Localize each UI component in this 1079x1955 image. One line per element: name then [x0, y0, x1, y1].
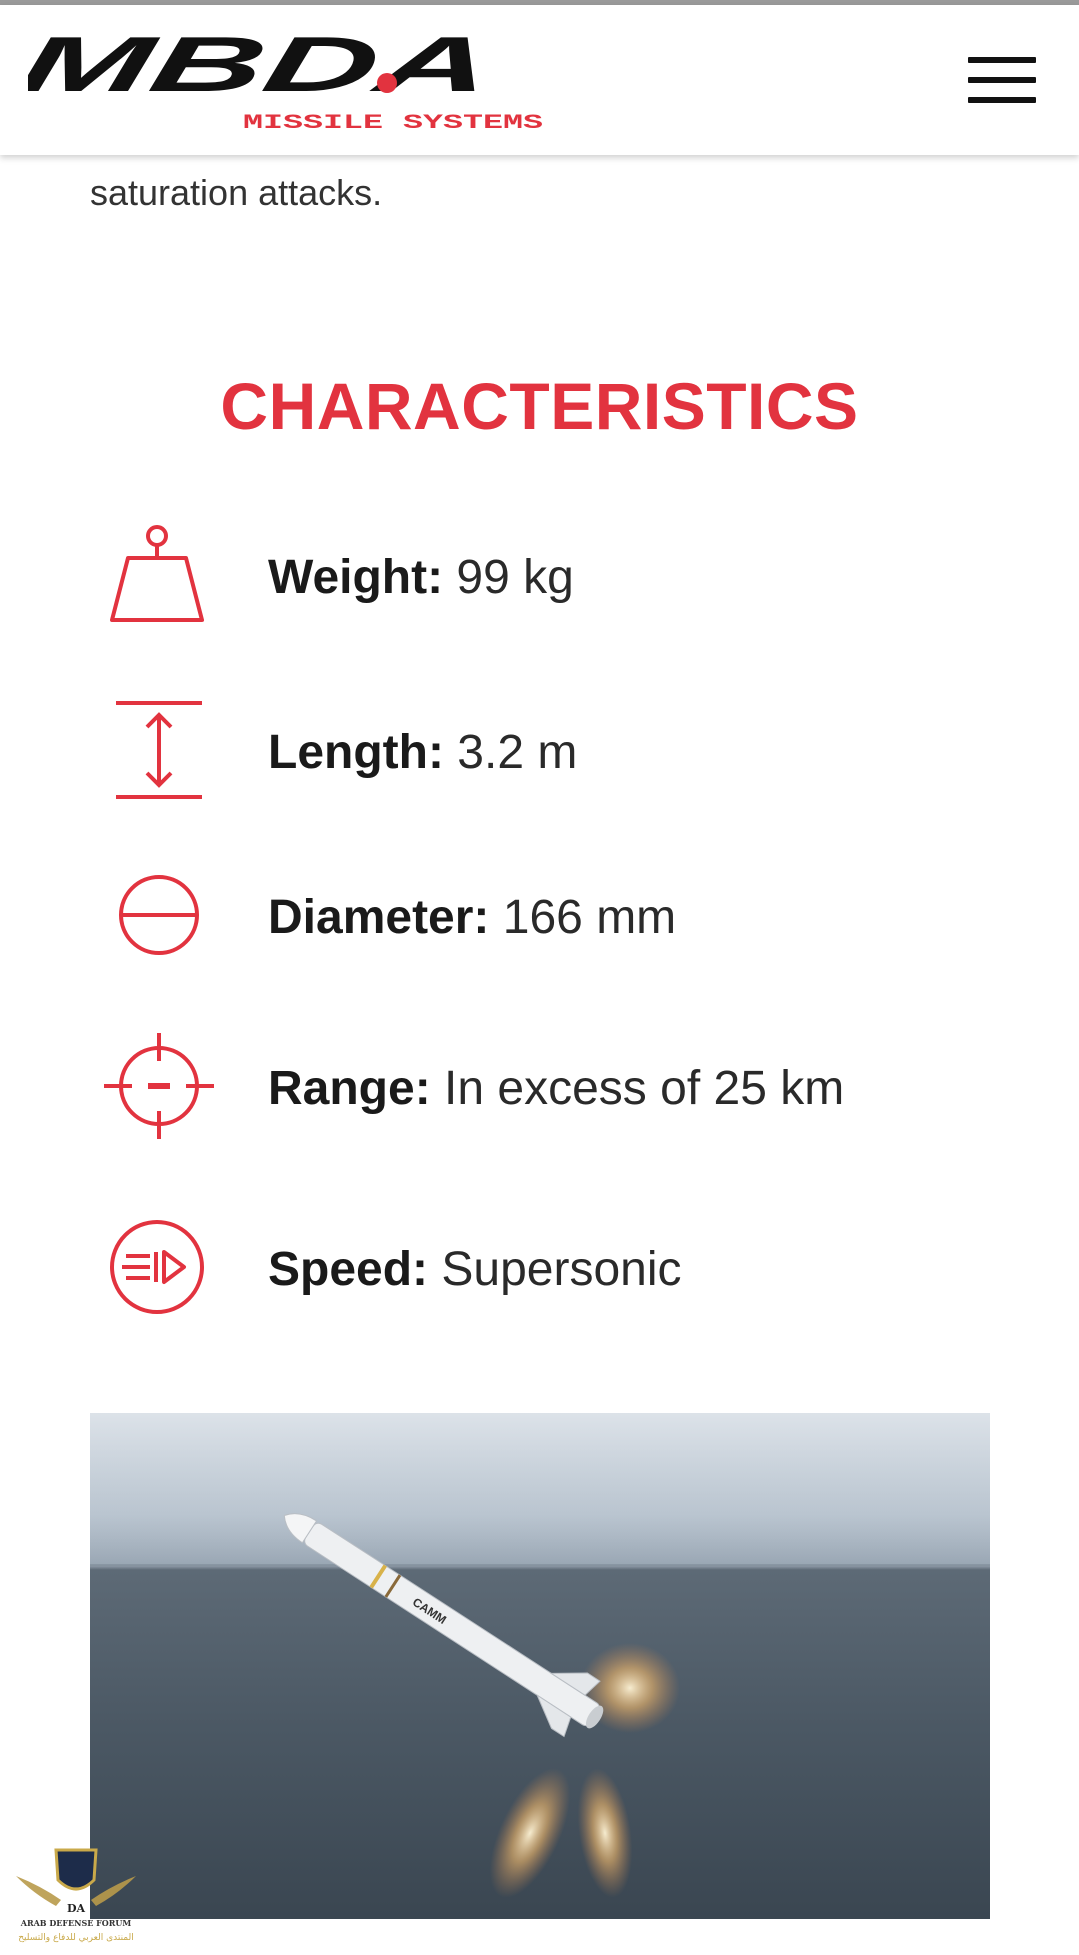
spec-row-diameter: Diameter: 166 mm — [100, 860, 1000, 970]
spec-label: Length: — [268, 726, 444, 779]
speed-icon — [110, 1220, 204, 1314]
forum-watermark: DA ARAB DEFENSE FORUM المنتدى العربي للد… — [6, 1840, 146, 1950]
spec-value: In excess of 25 km — [444, 1062, 845, 1115]
logo-red-dot — [377, 73, 397, 93]
spec-label: Speed: — [268, 1243, 429, 1296]
site-header: MBDA MISSILE SYSTEMS — [0, 5, 1079, 155]
spec-text-speed: Speed: Supersonic — [268, 1242, 682, 1297]
watermark-line1: ARAB DEFENSE FORUM — [20, 1918, 132, 1928]
spec-text-range: Range: In excess of 25 km — [268, 1061, 844, 1116]
spec-label: Diameter: — [268, 891, 490, 944]
characteristics-heading: CHARACTERISTICS — [220, 369, 859, 443]
spec-text-length: Length: 3.2 m — [268, 725, 577, 780]
spec-row-speed: Speed: Supersonic — [100, 1212, 1000, 1322]
logo-tagline: MISSILE SYSTEMS — [243, 112, 543, 133]
spec-value: Supersonic — [441, 1243, 682, 1296]
spec-value: 166 mm — [502, 891, 677, 944]
spec-row-range: Range: In excess of 25 km — [100, 1031, 1000, 1141]
spec-value: 3.2 m — [457, 726, 578, 779]
spec-row-weight: Weight: 99 kg — [100, 520, 1000, 630]
missile-launch-photo: CAMM — [90, 1413, 990, 1919]
logo-wordmark: MBDA — [28, 33, 501, 108]
range-crosshair-icon — [104, 1033, 214, 1139]
watermark-badge: DA — [67, 1902, 86, 1915]
spec-value: 99 kg — [456, 551, 574, 604]
spec-text-weight: Weight: 99 kg — [268, 550, 574, 605]
weight-icon — [110, 525, 204, 622]
hamburger-menu-icon[interactable] — [968, 57, 1036, 103]
spec-label: Range: — [268, 1062, 431, 1115]
diameter-icon — [119, 875, 199, 955]
mbda-logo[interactable]: MBDA MISSILE SYSTEMS — [28, 33, 548, 133]
spec-label: Weight: — [268, 551, 444, 604]
spec-text-diameter: Diameter: 166 mm — [268, 890, 676, 945]
intro-paragraph-tail: saturation attacks. — [90, 172, 383, 213]
watermark-line2: المنتدى العربي للدفاع والتسليح — [18, 1933, 133, 1943]
length-icon — [116, 701, 202, 799]
missile-illustration: CAMM — [90, 1413, 990, 1898]
forum-emblem-icon: DA ARAB DEFENSE FORUM المنتدى العربي للد… — [16, 1848, 136, 1943]
spec-row-length: Length: 3.2 m — [100, 695, 1000, 805]
